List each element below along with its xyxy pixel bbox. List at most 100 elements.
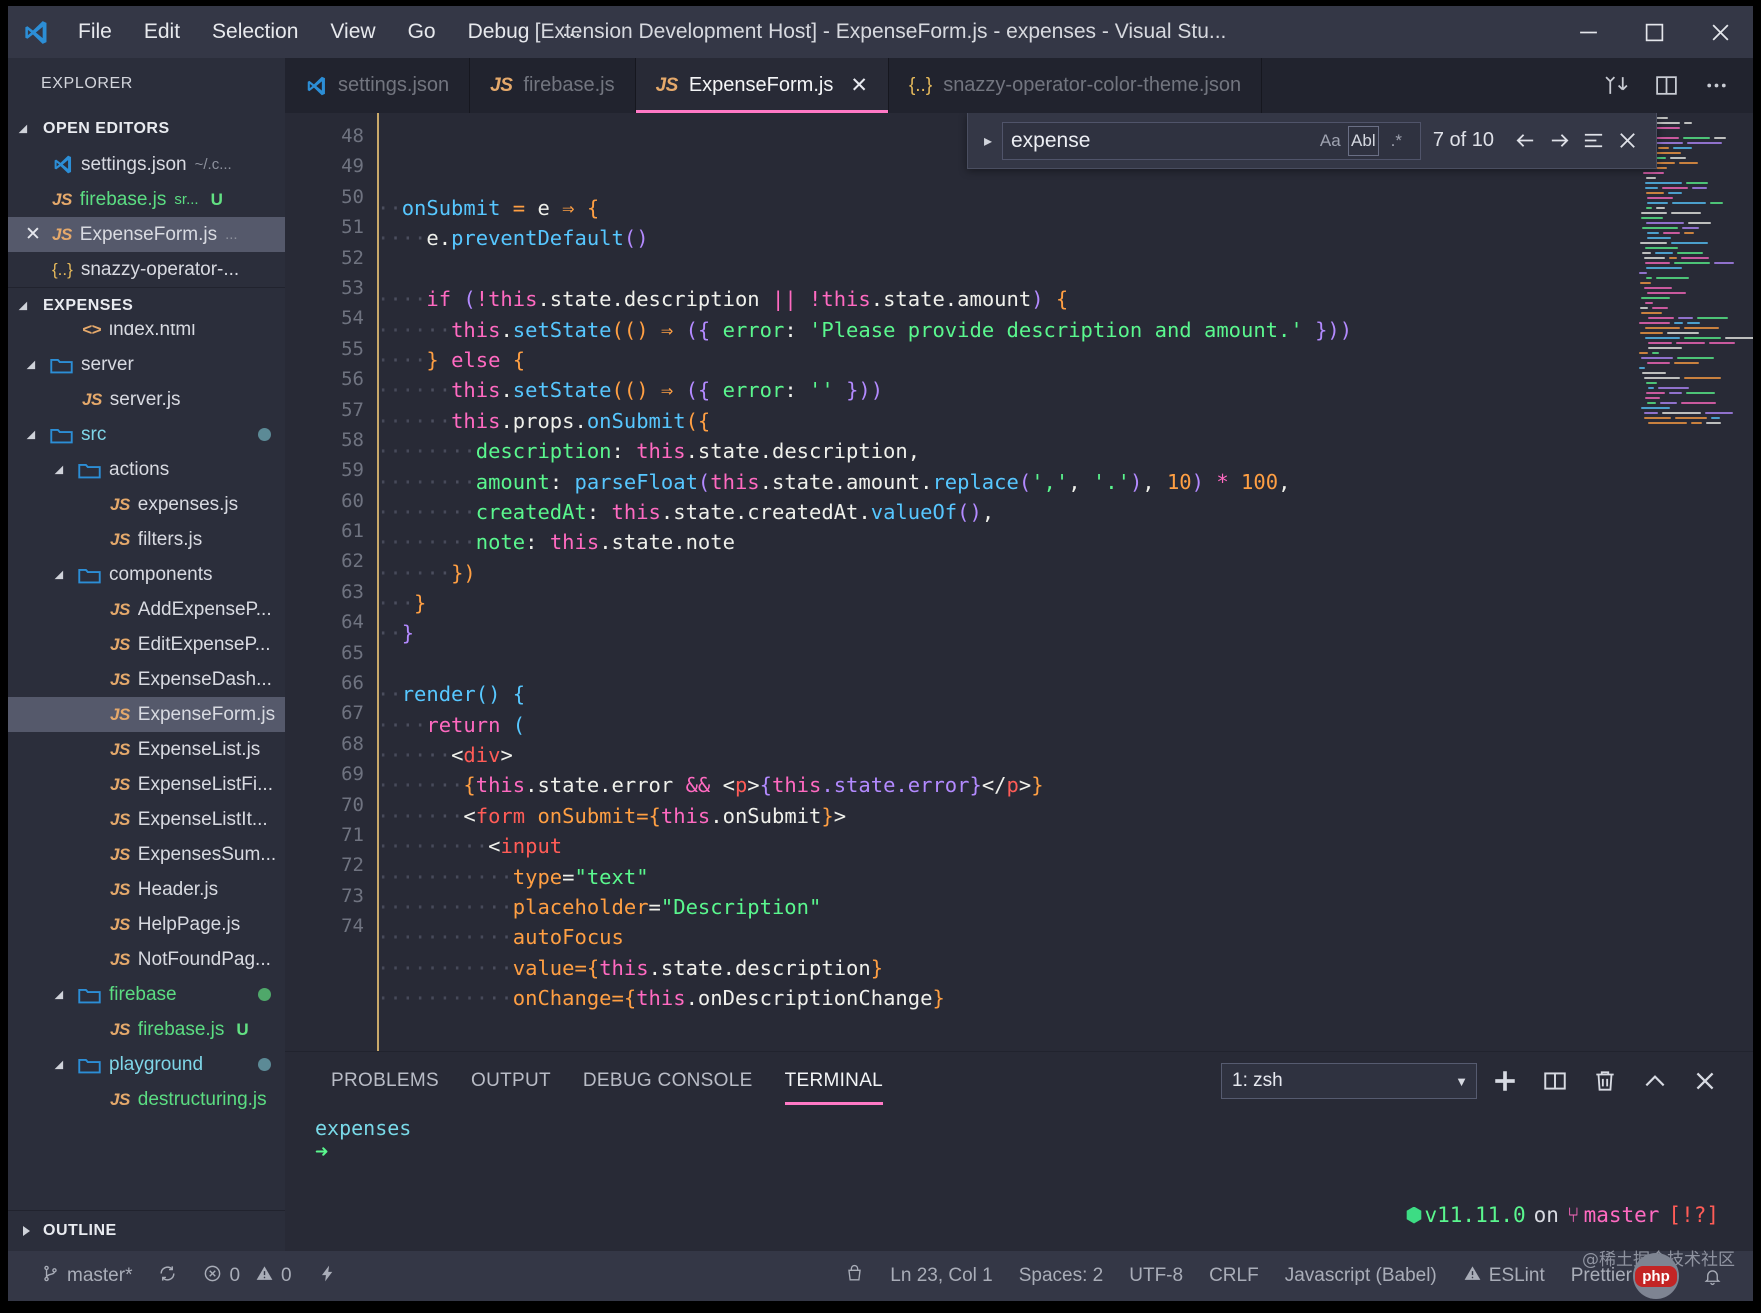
tree-file-row[interactable]: JSAddExpenseP... <box>8 592 285 627</box>
maximize-icon[interactable] <box>1621 6 1687 58</box>
match-case-icon[interactable]: Aa <box>1315 126 1346 156</box>
add-terminal-icon[interactable] <box>1483 1059 1527 1103</box>
tree-file-row[interactable]: JSExpensesSum... <box>8 837 285 872</box>
tree-file-row[interactable]: JSNotFoundPag... <box>8 942 285 977</box>
open-editors-header[interactable]: OPEN EDITORS <box>8 110 285 147</box>
code-line[interactable]: ······this.props.onSubmit({ <box>377 406 1753 436</box>
code-line[interactable]: ····e.preventDefault() <box>377 223 1753 253</box>
tree-folder-row[interactable]: components <box>8 557 285 592</box>
code-line[interactable]: ········amount: parseFloat(this.state.am… <box>377 467 1753 497</box>
split-terminal-icon[interactable] <box>1533 1059 1577 1103</box>
menu-edit[interactable]: Edit <box>128 16 196 48</box>
minimap[interactable] <box>1633 113 1753 1051</box>
code-line[interactable]: ········description: this.state.descript… <box>377 436 1753 466</box>
outline-header[interactable]: OUTLINE <box>8 1210 285 1251</box>
terminal-select[interactable]: 1: zsh ▼ <box>1221 1063 1477 1099</box>
status-git-branch[interactable]: master* <box>28 1264 145 1289</box>
tree-file-row[interactable]: JSEditExpenseP... <box>8 627 285 662</box>
code-line[interactable]: ·········<input <box>377 831 1753 861</box>
regex-icon[interactable]: .* <box>1381 126 1412 156</box>
minimize-icon[interactable] <box>1555 6 1621 58</box>
code-line[interactable]: ······this.setState(() ⇒ ({ error: '' })… <box>377 375 1753 405</box>
status-indentation[interactable]: Spaces: 2 <box>1006 1265 1117 1287</box>
tree-file-row[interactable]: JSfirebase.jsU <box>8 1012 285 1047</box>
find-in-selection-icon[interactable] <box>1576 124 1610 158</box>
tree-folder-row[interactable]: playground <box>8 1047 285 1082</box>
tab-settings-json[interactable]: settings.json <box>285 58 470 113</box>
open-editor-item-selected[interactable]: ✕ JS ExpenseForm.js ... <box>8 217 285 252</box>
tab-firebase-js[interactable]: JS firebase.js <box>470 58 635 113</box>
code-line[interactable]: ····} else { <box>377 345 1753 375</box>
tree-file-row[interactable]: JSdestructuring.js <box>8 1082 285 1117</box>
whole-word-icon[interactable]: Abl <box>1348 126 1379 156</box>
tab-output[interactable]: OUTPUT <box>455 1070 567 1092</box>
code-line[interactable]: ·······<form onSubmit={this.onSubmit}> <box>377 801 1753 831</box>
find-widget[interactable]: ▸ Aa Abl .* 7 of 10 <box>967 113 1657 169</box>
trash-icon[interactable] <box>1583 1059 1627 1103</box>
tab-debug-console[interactable]: DEBUG CONSOLE <box>567 1070 769 1092</box>
code-line[interactable]: ···········onChange={this.onDescriptionC… <box>377 983 1753 1013</box>
tree-file-row[interactable]: JSexpenses.js <box>8 487 285 522</box>
arrow-right-icon[interactable] <box>1542 124 1576 158</box>
tree-file-row[interactable]: JSHeader.js <box>8 872 285 907</box>
tree-file-row[interactable]: JSfilters.js <box>8 522 285 557</box>
code-line[interactable]: ···········value={this.state.description… <box>377 953 1753 983</box>
tree-folder-row[interactable]: server <box>8 347 285 382</box>
menu-go[interactable]: Go <box>392 16 452 48</box>
chevron-right-icon[interactable]: ▸ <box>974 131 1002 151</box>
code-line[interactable]: ········note: this.state.note <box>377 527 1753 557</box>
tab-problems[interactable]: PROBLEMS <box>315 1070 455 1092</box>
code-line[interactable]: ···········placeholder="Description" <box>377 892 1753 922</box>
code-line[interactable] <box>377 254 1753 284</box>
tree-file-row[interactable]: JSExpenseForm.js <box>8 697 285 732</box>
code-line[interactable]: ·······{this.state.error && <p>{this.sta… <box>377 770 1753 800</box>
menu-debug[interactable]: Debug <box>452 16 546 48</box>
tab-terminal[interactable]: TERMINAL <box>769 1070 899 1092</box>
close-icon[interactable] <box>1687 6 1753 58</box>
menu-more[interactable]: … <box>545 19 599 46</box>
close-icon[interactable]: ✕ <box>850 73 868 98</box>
status-eol[interactable]: CRLF <box>1196 1265 1272 1287</box>
close-icon[interactable]: ✕ <box>22 223 44 246</box>
status-errors[interactable]: 0 <box>190 1264 253 1289</box>
source-control-compare-icon[interactable] <box>1593 58 1639 113</box>
menu-selection[interactable]: Selection <box>196 16 314 48</box>
tab-expenseform-js[interactable]: JS ExpenseForm.js ✕ <box>636 58 889 113</box>
split-editor-icon[interactable] <box>1643 58 1689 113</box>
terminal-output[interactable]: expenses ➜ v11.11.0 on ⑂ master [!?] <box>285 1110 1753 1251</box>
code-line[interactable]: ····return ( <box>377 710 1753 740</box>
code-line[interactable]: ···········type="text" <box>377 862 1753 892</box>
tree-folder-row[interactable]: firebase <box>8 977 285 1012</box>
code-line[interactable]: ····if (!this.state.description || !this… <box>377 284 1753 314</box>
open-editor-item[interactable]: {..} snazzy-operator-... <box>8 252 285 287</box>
close-icon[interactable] <box>1610 124 1644 158</box>
status-bucket[interactable] <box>832 1264 877 1289</box>
code-line[interactable]: ···········autoFocus <box>377 922 1753 952</box>
code-line[interactable]: ······}) <box>377 558 1753 588</box>
code-line[interactable]: ······this.setState(() ⇒ ({ error: 'Plea… <box>377 315 1753 345</box>
status-language-mode[interactable]: Javascript (Babel) <box>1272 1265 1450 1287</box>
code-editor[interactable]: 4849505152535455565758596061626364656667… <box>285 113 1753 1051</box>
chevron-up-icon[interactable] <box>1633 1059 1677 1103</box>
status-lightning[interactable] <box>305 1264 350 1289</box>
workspace-header[interactable]: EXPENSES <box>8 287 285 324</box>
code-line[interactable]: ··render() { <box>377 679 1753 709</box>
search-input[interactable] <box>1011 129 1313 153</box>
code-line[interactable] <box>377 649 1753 679</box>
code-line[interactable]: ········createdAt: this.state.createdAt.… <box>377 497 1753 527</box>
tree-file-row[interactable]: JSExpenseDash... <box>8 662 285 697</box>
tree-file-row[interactable]: <>index.html <box>8 324 285 347</box>
tab-snazzy-theme-json[interactable]: {..} snazzy-operator-color-theme.json <box>889 58 1262 113</box>
code-line[interactable]: ··onSubmit = e ⇒ { <box>377 193 1753 223</box>
status-cursor-position[interactable]: Ln 23, Col 1 <box>877 1265 1005 1287</box>
find-input-box[interactable]: Aa Abl .* <box>1002 122 1421 160</box>
menu-bar[interactable]: File Edit Selection View Go Debug … <box>62 16 599 48</box>
tree-folder-row[interactable]: actions <box>8 452 285 487</box>
open-editor-item[interactable]: JS firebase.js sr... U <box>8 182 285 217</box>
code-content[interactable]: ··onSubmit = e ⇒ {····e.preventDefault()… <box>377 113 1753 1051</box>
code-line[interactable]: ···} <box>377 588 1753 618</box>
code-line[interactable]: ······<div> <box>377 740 1753 770</box>
status-warnings[interactable]: 0 <box>253 1264 305 1289</box>
tree-folder-row[interactable]: src <box>8 417 285 452</box>
tree-file-row[interactable]: JSExpenseList.js <box>8 732 285 767</box>
